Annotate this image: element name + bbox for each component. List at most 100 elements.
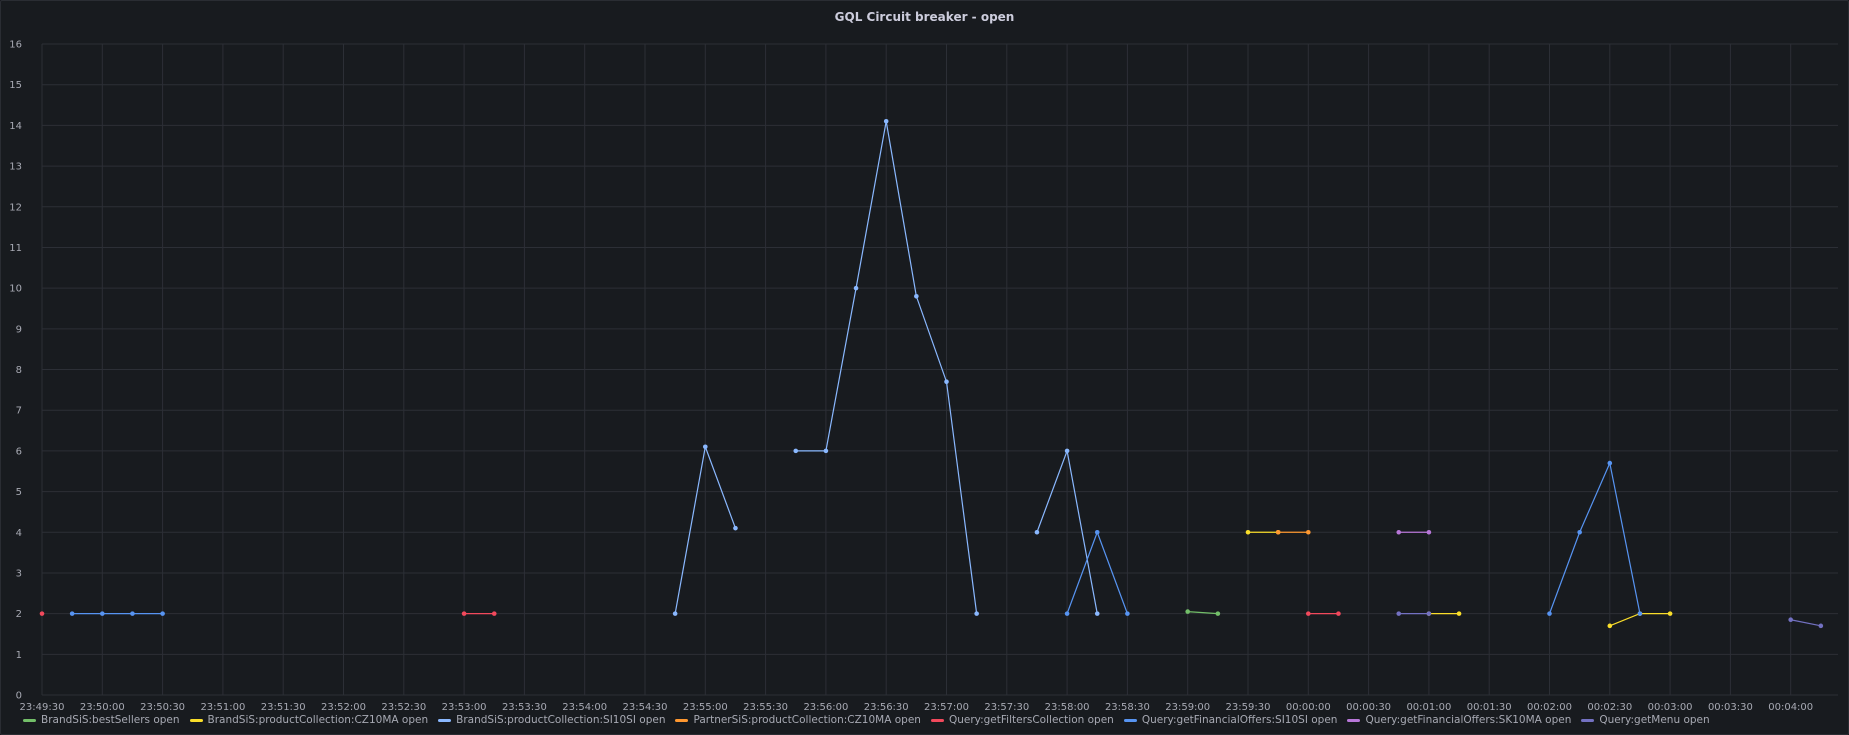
data-point[interactable] [1426,611,1432,616]
series-line [1790,619,1821,627]
data-point[interactable] [1667,611,1673,616]
x-tick-label: 23:51:00 [200,702,245,713]
legend-item[interactable]: Query:getMenu open [1581,714,1710,726]
data-point[interactable] [1275,529,1281,535]
legend-item[interactable]: Query:getFiltersCollection open [930,714,1114,726]
y-tick-label: 15 [9,80,22,91]
x-tick-label: 23:58:00 [1045,702,1090,713]
data-point[interactable] [1306,529,1311,535]
time-series-chart[interactable]: 01234567891011121314151623:49:30 23:50:00… [1,1,1848,734]
data-point[interactable] [491,611,497,616]
y-tick-label: 2 [16,609,22,620]
legend-item[interactable]: BrandSiS:productCollection:CZ10MA open [189,714,429,726]
legend-swatch [23,718,36,722]
data-point[interactable] [883,119,889,124]
legend-swatch [1581,718,1595,722]
data-point[interactable] [1607,460,1613,466]
y-tick-label: 14 [9,121,22,132]
x-tick-label: 00:04:00 [1768,702,1813,713]
legend-label: Query:getFiltersCollection open [948,714,1114,726]
x-tick-label: 23:53:00 [442,702,487,713]
data-point[interactable] [1456,611,1462,616]
x-tick-label: 23:51:30 [261,702,306,713]
x-tick-label: 23:55:00 [683,702,728,713]
x-tick-label: 00:00:00 [1286,702,1331,713]
legend-swatch [189,718,203,722]
data-point[interactable] [853,285,859,291]
data-point[interactable] [1547,611,1552,616]
data-point[interactable] [1034,529,1040,535]
data-point[interactable] [1577,529,1582,535]
data-point[interactable] [1064,448,1070,454]
x-tick-label: 00:03:00 [1648,702,1693,713]
y-tick-label: 11 [9,243,22,254]
chart-panel: GQL Circuit breaker - open 0 1 2 3 4 5 6 7 8 9 10 1… [0,0,1849,735]
x-tick-label: 00:00:30 [1346,702,1391,713]
legend-item[interactable]: PartnerSiS:productCollection:CZ10MA open [675,714,921,726]
data-point[interactable] [130,611,135,616]
data-point[interactable] [944,379,949,385]
data-point[interactable] [1426,529,1432,535]
data-point[interactable] [1185,609,1190,614]
legend-swatch [1347,718,1361,722]
legend-item[interactable]: BrandSiS:bestSellers open [23,714,180,726]
data-point[interactable] [1064,611,1070,616]
x-tick-label: 23:59:00 [1165,702,1210,713]
y-tick-label: 1 [16,650,22,661]
data-point[interactable] [1125,611,1130,616]
data-point[interactable] [914,293,919,299]
data-point[interactable] [100,611,105,616]
data-point[interactable] [703,444,708,450]
x-tick-label: 23:59:30 [1226,702,1271,713]
data-point[interactable] [461,611,467,616]
data-point[interactable] [823,448,829,454]
x-tick-label: 23:52:30 [381,702,426,713]
data-point[interactable] [1094,529,1100,535]
x-tick-label: 23:54:30 [623,702,668,713]
legend-item[interactable]: Query:getFinancialOffers:SK10MA open [1347,714,1571,726]
x-tick-label: 23:57:30 [984,702,1029,713]
data-point[interactable] [1306,611,1311,616]
legend-label: BrandSiS:productCollection:SI10SI open [456,714,666,726]
legend-item[interactable]: BrandSiS:productCollection:SI10SI open [438,714,665,726]
legend-label: Query:getFinancialOffers:SI10SI open [1141,714,1338,726]
data-point[interactable] [733,525,738,531]
x-tick-label: 23:56:00 [803,702,848,713]
data-point[interactable] [1396,611,1402,616]
legend-label: BrandSiS:productCollection:CZ10MA open [207,714,429,726]
x-tick-label: 00:02:00 [1527,702,1572,713]
data-point[interactable] [1245,529,1251,535]
y-tick-label: 6 [16,446,22,457]
data-point[interactable] [1336,611,1341,616]
data-point[interactable] [160,611,165,616]
data-point[interactable] [1818,623,1824,629]
y-tick-label: 3 [16,568,22,579]
legend-swatch [675,718,689,722]
legend-label: Query:getFinancialOffers:SK10MA open [1365,714,1572,726]
data-point[interactable] [1788,617,1793,623]
legend-item[interactable]: Query:getFinancialOffers:SI10SI open [1123,714,1338,726]
data-point[interactable] [69,611,75,616]
x-tick-label: 23:57:00 [924,702,969,713]
data-point[interactable] [1215,611,1221,616]
series-line [1548,461,1641,614]
data-point[interactable] [1094,611,1100,616]
legend-swatch [1123,718,1137,722]
data-point[interactable] [1607,623,1613,629]
y-tick-label: 4 [16,528,22,539]
data-point[interactable] [793,448,799,454]
data-point[interactable] [672,611,678,616]
y-tick-label: 16 [9,40,22,51]
data-point[interactable] [974,611,979,616]
legend-swatch [438,718,452,722]
data-point[interactable] [39,611,45,616]
data-point[interactable] [1396,529,1402,535]
y-tick-label: 10 [9,284,22,295]
x-tick-label: 00:01:00 [1406,702,1451,713]
y-tick-label: 13 [9,162,22,173]
x-tick-label: 23:52:00 [321,702,366,713]
x-tick-label: 23:58:30 [1105,702,1150,713]
data-point[interactable] [1637,611,1643,616]
x-tick-label: 00:02:30 [1587,702,1632,713]
y-tick-label: 8 [16,365,22,376]
